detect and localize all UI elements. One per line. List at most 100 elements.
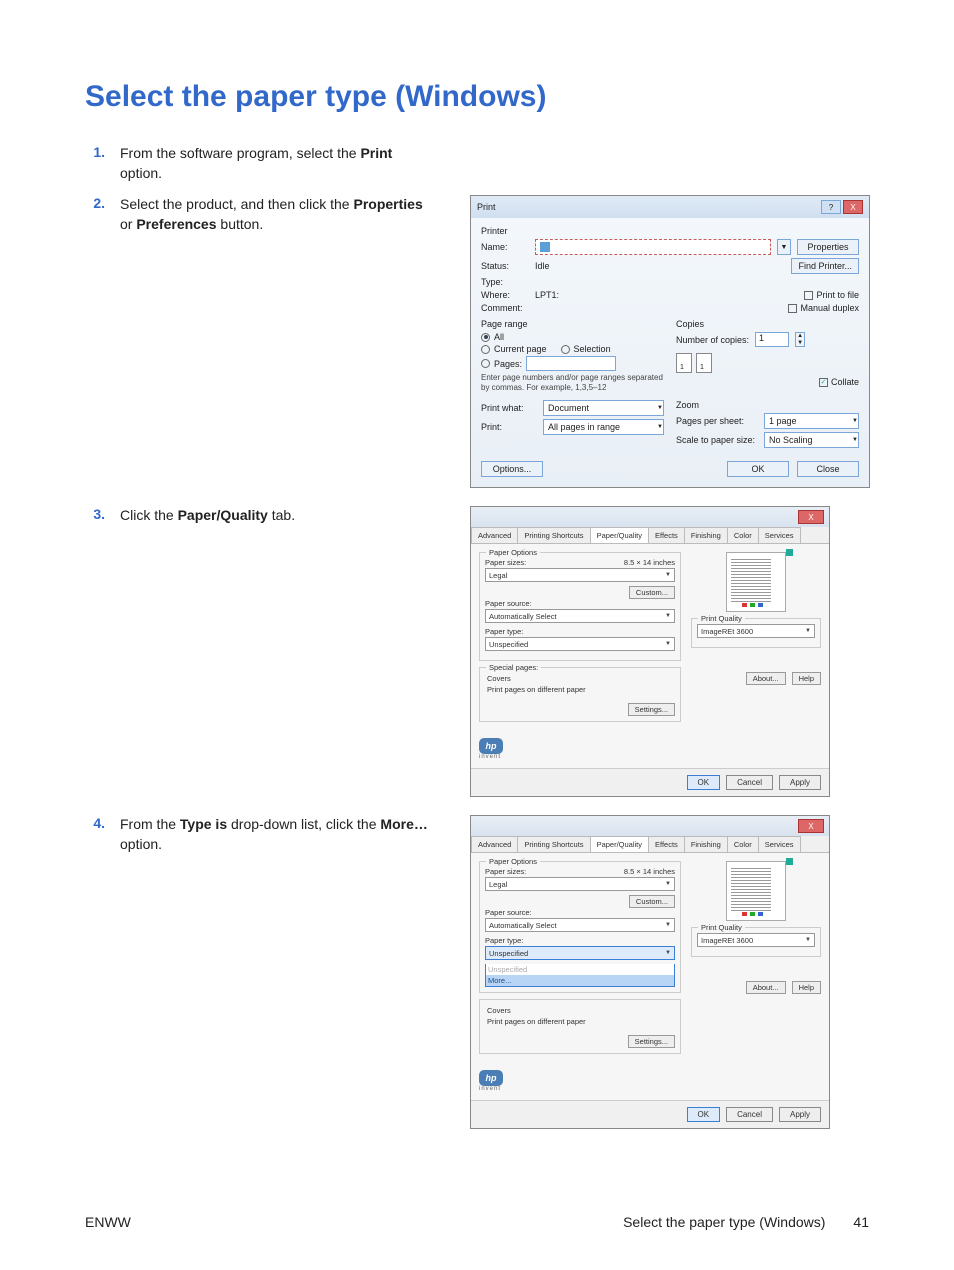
special-pages-title: Special pages:: [486, 663, 541, 672]
help-button-2[interactable]: Help: [792, 981, 821, 994]
current-page-radio[interactable]: Current page: [481, 344, 547, 354]
pages-input[interactable]: [526, 356, 616, 371]
step-4-bold1: Type is: [180, 816, 227, 832]
status-label: Status:: [481, 261, 529, 271]
properties-button[interactable]: Properties: [797, 239, 859, 255]
where-value: LPT1:: [535, 290, 798, 300]
paper-type-option-unspec[interactable]: Unspecified: [486, 964, 674, 975]
step-1-pre: From the software program, select the: [120, 145, 360, 161]
all-radio-label: All: [494, 332, 504, 342]
step-3-text: Click the Paper/Quality tab.: [120, 506, 450, 526]
selection-label: Selection: [574, 344, 611, 354]
settings-button-1[interactable]: Settings...: [628, 703, 675, 716]
paper-options-title-2: Paper Options: [486, 857, 540, 866]
close-button[interactable]: Close: [797, 461, 859, 477]
covers-item-2[interactable]: Covers: [485, 1005, 675, 1016]
paper-options-group: Paper Options Paper sizes:8.5 × 14 inche…: [479, 552, 681, 661]
paper-source-select[interactable]: Automatically Select▼: [485, 609, 675, 623]
properties-dialog-2: X Advanced Printing Shortcuts Paper/Qual…: [470, 815, 830, 1129]
prop-apply-2[interactable]: Apply: [779, 1107, 821, 1122]
footer-left: ENWW: [85, 1214, 131, 1230]
step-2-pre: Select the product, and then click the: [120, 196, 353, 212]
help-window-button[interactable]: ?: [821, 200, 841, 214]
step-1-bold: Print: [360, 145, 392, 161]
tab-paper-quality[interactable]: Paper/Quality: [590, 527, 649, 543]
prop-close-2[interactable]: X: [798, 819, 824, 833]
paper-size-select[interactable]: Legal▼: [485, 568, 675, 582]
settings-button-2[interactable]: Settings...: [628, 1035, 675, 1048]
print-value: All pages in range: [548, 422, 620, 432]
step-2-bold2: Preferences: [136, 216, 216, 232]
diff-paper-item-2[interactable]: Print pages on different paper: [485, 1016, 675, 1027]
help-button-1[interactable]: Help: [792, 672, 821, 685]
print-quality-title: Print Quality: [698, 614, 745, 623]
scale-select[interactable]: No Scaling▼: [764, 432, 859, 448]
print-quality-select-2[interactable]: ImageREt 3600▼: [697, 933, 815, 947]
selection-radio[interactable]: Selection: [561, 344, 611, 354]
copies-spinner[interactable]: ▲▼: [795, 332, 805, 347]
tab-services-2[interactable]: Services: [758, 836, 801, 852]
about-button-1[interactable]: About...: [746, 672, 786, 685]
tab-finishing-2[interactable]: Finishing: [684, 836, 728, 852]
tab-services[interactable]: Services: [758, 527, 801, 543]
print-what-select[interactable]: Document▼: [543, 400, 664, 416]
tab-color-2[interactable]: Color: [727, 836, 759, 852]
num-copies-input[interactable]: 1: [755, 332, 789, 347]
paper-size-dim: 8.5 × 14 inches: [624, 558, 675, 567]
custom-button[interactable]: Custom...: [629, 586, 675, 599]
print-quality-value-2: ImageREt 3600: [701, 936, 753, 945]
page-title: Select the paper type (Windows): [85, 80, 869, 114]
scale-label: Scale to paper size:: [676, 435, 758, 445]
prop-cancel-2[interactable]: Cancel: [726, 1107, 773, 1122]
type-label: Type:: [481, 277, 529, 287]
ok-button[interactable]: OK: [727, 461, 789, 477]
pages-radio[interactable]: Pages:: [481, 356, 664, 371]
paper-type-select-2[interactable]: Unspecified▼: [485, 946, 675, 960]
paper-type-label-2: Paper type:: [485, 936, 675, 945]
custom-button-2[interactable]: Custom...: [629, 895, 675, 908]
close-window-button[interactable]: X: [843, 200, 863, 214]
step-4-number: 4.: [85, 815, 120, 831]
about-button-2[interactable]: About...: [746, 981, 786, 994]
printer-name-dd-arrow[interactable]: ▼: [777, 239, 791, 255]
manual-duplex-checkbox[interactable]: [788, 304, 797, 313]
tab-printing-shortcuts-2[interactable]: Printing Shortcuts: [517, 836, 590, 852]
prop-close-1[interactable]: X: [798, 510, 824, 524]
covers-item[interactable]: Covers: [485, 673, 675, 684]
paper-source-select-2[interactable]: Automatically Select▼: [485, 918, 675, 932]
tab-advanced[interactable]: Advanced: [471, 527, 518, 543]
tab-printing-shortcuts[interactable]: Printing Shortcuts: [517, 527, 590, 543]
step-3-bold: Paper/Quality: [178, 507, 268, 523]
tab-effects-2[interactable]: Effects: [648, 836, 685, 852]
tab-advanced-2[interactable]: Advanced: [471, 836, 518, 852]
prop-apply-1[interactable]: Apply: [779, 775, 821, 790]
paper-source-label: Paper source:: [485, 599, 675, 608]
tab-finishing[interactable]: Finishing: [684, 527, 728, 543]
print-to-file-checkbox[interactable]: [804, 291, 813, 300]
prop-tabs-2: Advanced Printing Shortcuts Paper/Qualit…: [471, 836, 829, 853]
name-label: Name:: [481, 242, 529, 252]
print-quality-select[interactable]: ImageREt 3600▼: [697, 624, 815, 638]
current-page-label: Current page: [494, 344, 547, 354]
prop-cancel-1[interactable]: Cancel: [726, 775, 773, 790]
step-4: 4. From the Type is drop-down list, clic…: [85, 815, 869, 1129]
collate-checkbox[interactable]: ✓: [819, 378, 828, 387]
prop-ok-2[interactable]: OK: [687, 1107, 721, 1122]
comment-label: Comment:: [481, 303, 529, 313]
prop-ok-1[interactable]: OK: [687, 775, 721, 790]
options-button[interactable]: Options...: [481, 461, 543, 477]
num-copies-label: Number of copies:: [676, 335, 749, 345]
tab-color[interactable]: Color: [727, 527, 759, 543]
find-printer-button[interactable]: Find Printer...: [791, 258, 859, 274]
paper-type-option-more[interactable]: More...: [486, 975, 674, 986]
paper-type-select-1[interactable]: Unspecified▼: [485, 637, 675, 651]
tab-paper-quality-2[interactable]: Paper/Quality: [590, 836, 649, 852]
diff-paper-item[interactable]: Print pages on different paper: [485, 684, 675, 695]
print-select[interactable]: All pages in range▼: [543, 419, 664, 435]
printer-name-dropdown[interactable]: [535, 239, 771, 255]
prop-tabs-1: Advanced Printing Shortcuts Paper/Qualit…: [471, 527, 829, 544]
tab-effects[interactable]: Effects: [648, 527, 685, 543]
all-radio[interactable]: All: [481, 332, 664, 342]
pps-select[interactable]: 1 page▼: [764, 413, 859, 429]
paper-size-select-2[interactable]: Legal▼: [485, 877, 675, 891]
